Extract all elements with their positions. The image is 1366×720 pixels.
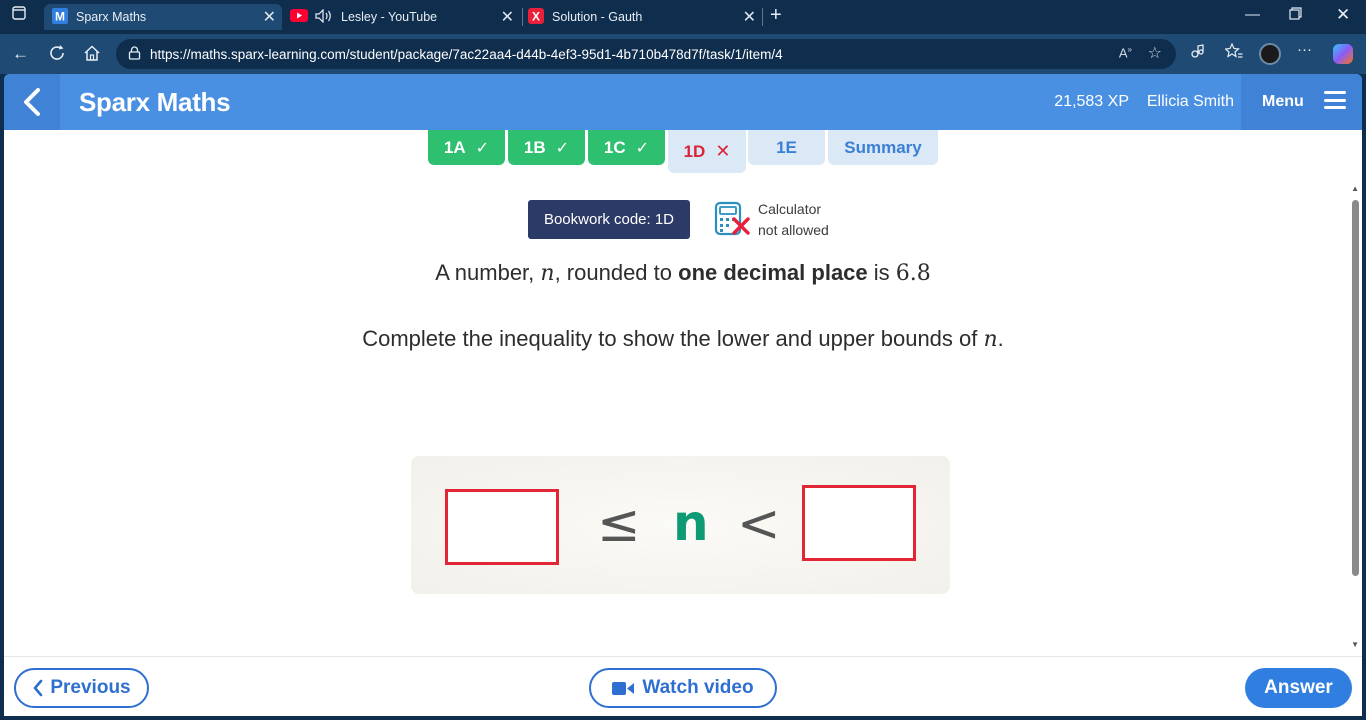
tab-title: Lesley - YouTube <box>341 10 438 24</box>
question-text: . <box>997 326 1004 351</box>
cross-icon: ✕ <box>715 141 731 161</box>
page-viewport: Sparx Maths 21,583 XP Ellicia Smith Menu… <box>4 74 1362 716</box>
hamburger-icon <box>1324 91 1346 109</box>
xp-count: 21,583 XP <box>1054 93 1129 110</box>
video-camera-icon <box>612 681 635 695</box>
scrollbar-thumb[interactable] <box>1352 200 1359 576</box>
tab-title: Solution - Gauth <box>552 10 643 24</box>
previous-button[interactable]: Previous <box>14 668 149 708</box>
question-text: Complete the inequality to show the lowe… <box>362 326 984 351</box>
minimize-icon[interactable]: — <box>1245 6 1260 23</box>
task-tab-label: 1D <box>683 141 706 161</box>
browser-tab-youtube[interactable]: Lesley - YouTube ✕ <box>288 4 520 30</box>
menu-label: Menu <box>1262 93 1304 110</box>
address-bar[interactable]: https://maths.sparx-learning.com/student… <box>116 39 1176 69</box>
chevron-left-icon <box>34 679 43 697</box>
menu-button[interactable]: Menu <box>1241 74 1362 130</box>
browser-tab-bar: M Sparx Maths ✕ Lesley - YouTube ✕ X Sol… <box>0 0 1366 34</box>
task-tab-label: 1A <box>443 137 466 157</box>
home-icon[interactable] <box>83 44 101 67</box>
math-variable: n <box>983 327 998 352</box>
restore-icon[interactable] <box>1289 7 1302 24</box>
inequality-variable: n <box>673 494 709 552</box>
question-text: A number, <box>435 260 541 285</box>
new-tab-icon[interactable]: + <box>770 4 782 27</box>
lower-bound-input[interactable] <box>445 489 559 565</box>
calculator-label: Calculator <box>758 201 822 217</box>
profile-avatar[interactable] <box>1259 43 1281 65</box>
scroll-up-arrow[interactable]: ▲ <box>1351 184 1359 193</box>
math-number: 6.8 <box>895 261 931 286</box>
task-tab-label: 1B <box>523 137 546 157</box>
task-tab-label: Summary <box>844 137 922 157</box>
watch-video-label: Watch video <box>642 677 754 698</box>
check-icon: ✓ <box>475 139 490 157</box>
check-icon: ✓ <box>555 139 570 157</box>
url-text: https://maths.sparx-learning.com/student… <box>150 46 783 62</box>
close-tab-icon[interactable]: ✕ <box>501 7 514 27</box>
youtube-icon <box>290 9 308 25</box>
upper-bound-input[interactable] <box>802 485 916 561</box>
close-window-icon[interactable]: ✕ <box>1336 5 1350 25</box>
watch-video-button[interactable]: Watch video <box>589 668 777 708</box>
browser-tab-gauth[interactable]: X Solution - Gauth ✕ <box>526 4 762 30</box>
task-tab-label: 1C <box>603 137 626 157</box>
tab-separator <box>522 8 523 26</box>
tab-actions-icon[interactable] <box>12 6 26 24</box>
question-text-line2: Complete the inequality to show the lowe… <box>4 326 1362 352</box>
question-text: is <box>867 260 896 285</box>
less-than-symbol: < <box>737 494 781 554</box>
task-tab-1b[interactable]: 1B ✓ <box>508 130 585 165</box>
less-than-or-equal-symbol: ≤ <box>597 494 641 554</box>
question-text-line1: A number, n, rounded to one decimal plac… <box>4 260 1362 286</box>
svg-text:M: M <box>55 9 65 23</box>
check-icon: ✓ <box>635 139 650 157</box>
bookwork-code: Bookwork code: 1D <box>528 200 690 239</box>
svg-text:X: X <box>532 9 540 23</box>
question-text: , rounded to <box>554 260 679 285</box>
close-tab-icon[interactable]: ✕ <box>743 7 756 27</box>
gauth-icon: X <box>528 7 544 27</box>
task-tab-label: 1E <box>776 137 797 157</box>
previous-label: Previous <box>50 677 131 698</box>
more-options-icon[interactable]: ··· <box>1297 41 1312 58</box>
answer-label: Answer <box>1264 677 1333 698</box>
copilot-icon[interactable] <box>1333 44 1353 64</box>
favorites-icon[interactable] <box>1224 42 1243 64</box>
tab-title: Sparx Maths <box>76 10 147 24</box>
app-header: Sparx Maths 21,583 XP Ellicia Smith Menu <box>4 74 1362 130</box>
calculator-status: Calculator not allowed <box>758 199 829 241</box>
footer-bar: Previous Watch video Answer <box>4 656 1362 716</box>
extensions-icon[interactable] <box>1190 43 1206 64</box>
lock-icon[interactable] <box>128 46 141 63</box>
scroll-down-arrow[interactable]: ▼ <box>1351 640 1359 649</box>
answer-button[interactable]: Answer <box>1245 668 1352 708</box>
favorite-star-icon[interactable]: ☆ <box>1148 43 1162 63</box>
question-emphasis: one decimal place <box>678 260 868 285</box>
speaker-icon[interactable] <box>315 8 333 26</box>
task-tab-1e[interactable]: 1E <box>748 130 825 165</box>
user-name: Ellicia Smith <box>1146 93 1234 110</box>
refresh-icon[interactable] <box>48 44 66 67</box>
math-variable: n <box>540 261 555 286</box>
task-tab-1a[interactable]: 1A ✓ <box>428 130 505 165</box>
app-title: Sparx Maths <box>79 87 231 117</box>
back-arrow-icon[interactable]: ← <box>12 44 29 64</box>
tab-separator <box>762 8 763 26</box>
close-tab-icon[interactable]: ✕ <box>263 7 276 27</box>
task-tab-1c[interactable]: 1C ✓ <box>588 130 665 165</box>
task-tab-1d[interactable]: 1D ✕ <box>668 130 746 173</box>
answer-area: ≤ n < <box>411 456 950 594</box>
browser-tab-sparx[interactable]: M Sparx Maths ✕ <box>44 4 282 30</box>
chevron-left-icon <box>24 88 40 116</box>
browser-toolbar: ← https://maths.sparx-learning.com/stude… <box>0 34 1366 74</box>
read-aloud-icon[interactable]: A» <box>1119 45 1132 60</box>
calculator-status-text: not allowed <box>758 222 829 238</box>
task-tab-summary[interactable]: Summary <box>828 130 938 165</box>
calculator-not-allowed-icon <box>714 201 750 237</box>
back-button[interactable] <box>4 74 60 130</box>
sparx-m-icon: M <box>52 7 68 27</box>
